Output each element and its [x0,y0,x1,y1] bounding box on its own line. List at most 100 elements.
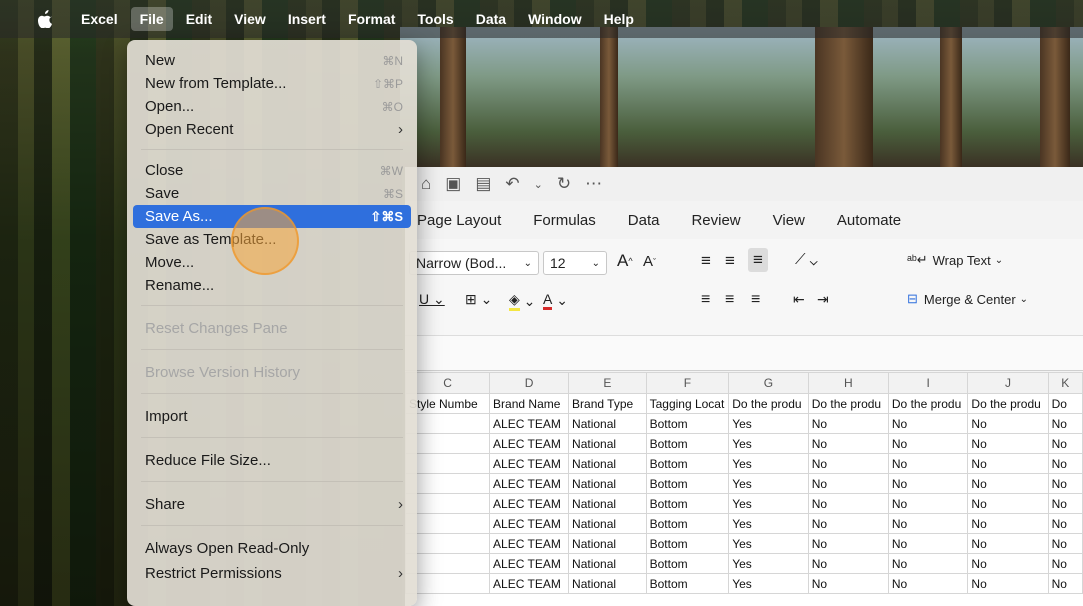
table-cell[interactable]: No [967,413,1049,434]
table-cell[interactable]: No [967,573,1049,594]
table-cell[interactable]: No [887,453,969,474]
table-cell[interactable]: Do the produ [728,393,809,414]
table-cell[interactable]: Do the produ [807,393,889,414]
column-header[interactable]: C [405,372,491,394]
table-cell[interactable]: No [1047,473,1083,494]
table-cell[interactable]: National [568,413,647,434]
table-cell[interactable]: Bottom [645,453,730,474]
table-cell[interactable]: Style Numbe [405,393,491,414]
table-cell[interactable]: ALEC TEAM [489,493,570,514]
table-cell[interactable]: No [807,453,889,474]
borders-icon[interactable]: ⊞ ⌄ [465,291,492,308]
tab-automate[interactable]: Automate [837,212,901,229]
decrease-font-icon[interactable]: Aˇ [643,253,656,270]
apple-icon[interactable] [36,9,54,29]
column-header[interactable]: G [728,372,809,394]
table-cell[interactable]: National [568,493,647,514]
table-cell[interactable]: No [967,433,1049,454]
table-cell[interactable]: No [967,533,1049,554]
column-header[interactable]: K [1047,372,1083,394]
table-cell[interactable]: Do [1047,393,1083,414]
table-cell[interactable]: ALEC TEAM [489,473,570,494]
table-cell[interactable] [405,533,491,554]
home-icon[interactable]: ⌂ [421,174,431,194]
table-cell[interactable]: No [807,573,889,594]
save-as-icon[interactable]: ▤ [475,174,491,194]
table-cell[interactable]: Yes [728,573,809,594]
table-cell[interactable]: No [967,553,1049,574]
tab-data[interactable]: Data [628,212,660,229]
table-cell[interactable]: No [887,573,969,594]
align-middle-icon[interactable]: ≡ [725,251,735,271]
table-cell[interactable]: Yes [728,513,809,534]
column-header[interactable]: E [568,372,647,394]
menu-item-new[interactable]: New ⌘N [127,49,417,72]
table-cell[interactable] [405,513,491,534]
table-cell[interactable]: ALEC TEAM [489,573,570,594]
table-cell[interactable]: Do the produ [887,393,969,414]
table-cell[interactable]: Bottom [645,493,730,514]
increase-indent-icon[interactable]: ⇥ [817,291,829,308]
menu-window[interactable]: Window [519,7,591,31]
menu-data[interactable]: Data [467,7,515,31]
font-color-icon[interactable]: A ⌄ [543,291,568,310]
table-cell[interactable]: ALEC TEAM [489,433,570,454]
table-cell[interactable]: ALEC TEAM [489,413,570,434]
table-cell[interactable]: Do the produ [967,393,1049,414]
menu-item-rename[interactable]: Rename... [127,274,417,297]
save-icon[interactable]: ▣ [445,174,461,194]
table-cell[interactable]: Brand Type [568,393,647,414]
align-right-icon[interactable]: ≡ [751,291,760,309]
table-cell[interactable]: Yes [728,433,809,454]
table-cell[interactable] [405,433,491,454]
table-cell[interactable]: Tagging Locat [645,393,730,414]
table-cell[interactable]: No [1047,413,1083,434]
table-cell[interactable]: ALEC TEAM [489,553,570,574]
chevron-down-icon[interactable]: ⌄ [534,178,543,191]
font-size-select[interactable]: 12 ⌄ [543,251,607,275]
table-cell[interactable] [405,413,491,434]
table-cell[interactable]: National [568,533,647,554]
table-cell[interactable]: No [887,413,969,434]
menu-item-import[interactable]: Import [127,403,417,429]
table-cell[interactable]: No [807,473,889,494]
table-cell[interactable]: No [807,433,889,454]
table-cell[interactable]: Yes [728,553,809,574]
menu-item-share[interactable]: Share › [127,491,417,517]
table-cell[interactable]: No [887,433,969,454]
menu-item-close[interactable]: Close ⌘W [127,159,417,182]
table-cell[interactable]: No [1047,513,1083,534]
table-cell[interactable]: No [967,493,1049,514]
table-cell[interactable]: Bottom [645,533,730,554]
menu-insert[interactable]: Insert [279,7,335,31]
table-cell[interactable]: No [967,473,1049,494]
table-cell[interactable] [405,473,491,494]
tab-review[interactable]: Review [691,212,740,229]
table-cell[interactable]: No [967,453,1049,474]
menu-item-reduce-file-size[interactable]: Reduce File Size... [127,447,417,473]
table-cell[interactable]: No [807,413,889,434]
table-cell[interactable]: National [568,433,647,454]
table-cell[interactable]: No [807,513,889,534]
menu-view[interactable]: View [225,7,275,31]
align-center-icon[interactable]: ≡ [725,291,734,309]
table-cell[interactable]: ALEC TEAM [489,513,570,534]
table-cell[interactable]: No [1047,493,1083,514]
table-cell[interactable]: No [887,493,969,514]
wrap-text-button[interactable]: ᵃᵇ↵ Wrap Text ⌄ [907,252,1003,268]
increase-font-icon[interactable]: A ^ [617,251,633,271]
redo-icon[interactable]: ↻ [557,174,571,194]
table-cell[interactable]: No [1047,533,1083,554]
table-cell[interactable] [405,573,491,594]
table-cell[interactable]: No [887,473,969,494]
table-cell[interactable]: Bottom [645,433,730,454]
table-cell[interactable]: ALEC TEAM [489,533,570,554]
align-left-icon[interactable]: ≡ [701,291,710,309]
tab-view[interactable]: View [773,212,805,229]
more-icon[interactable]: ⋯ [585,174,602,194]
table-cell[interactable]: No [1047,433,1083,454]
table-cell[interactable]: No [967,513,1049,534]
menu-help[interactable]: Help [595,7,643,31]
table-cell[interactable]: No [1047,453,1083,474]
menu-tools[interactable]: Tools [408,7,462,31]
